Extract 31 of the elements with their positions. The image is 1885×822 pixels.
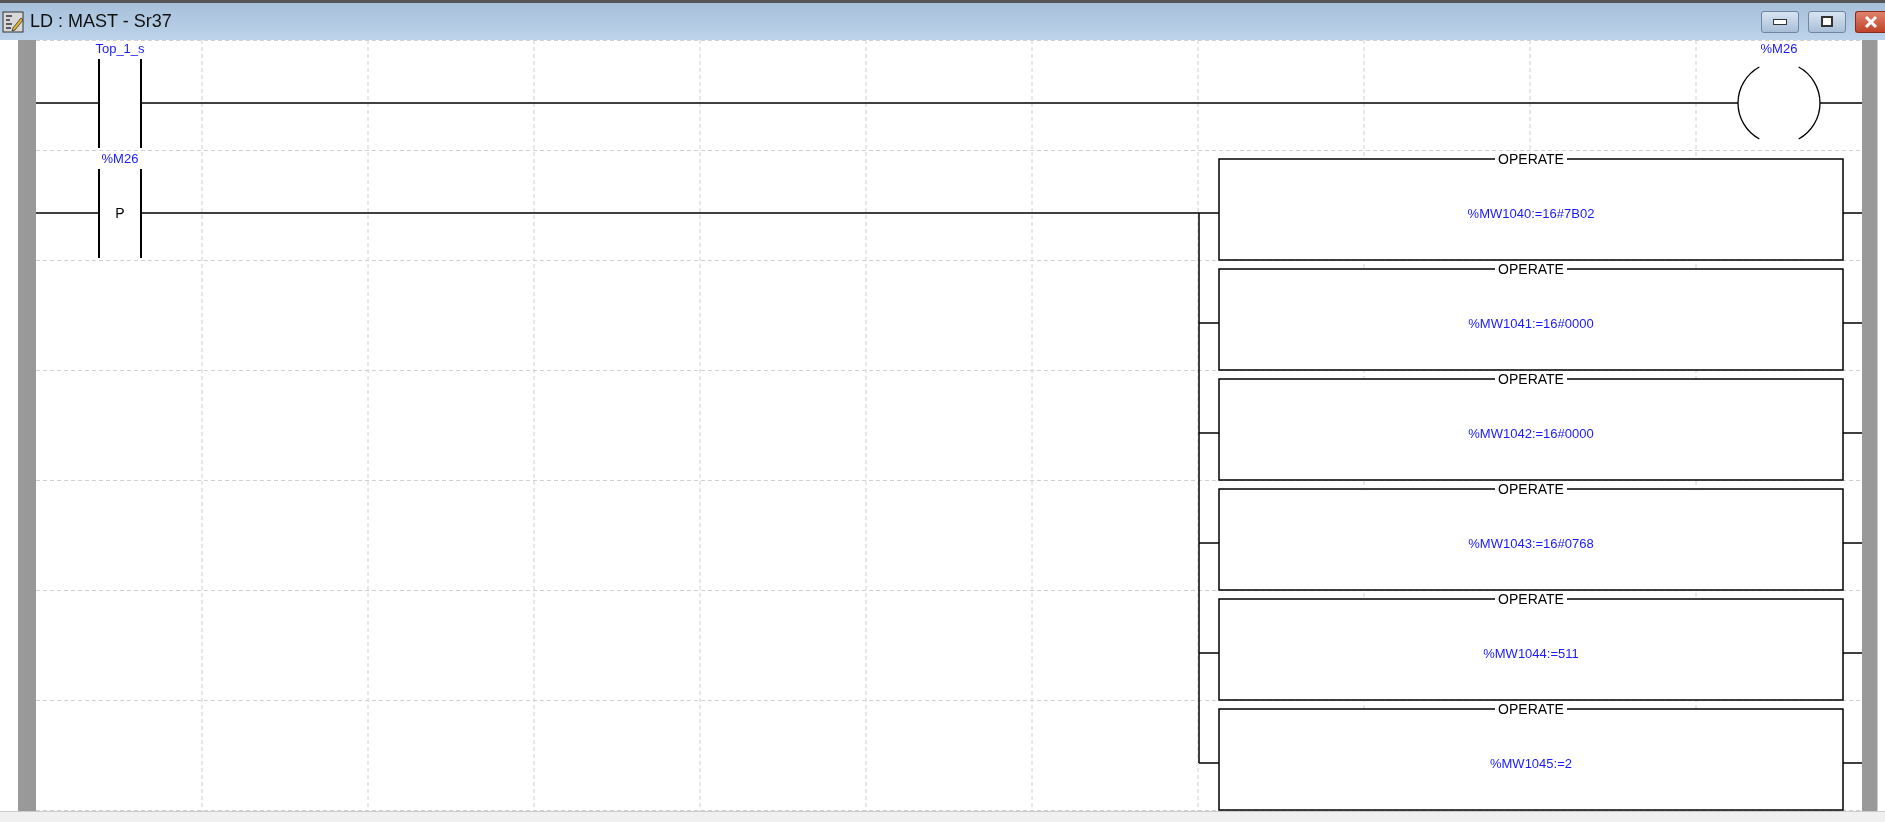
block-expression: %MW1041:=16#0000 <box>1468 316 1594 331</box>
wire <box>36 212 100 214</box>
edge-mark: P <box>115 205 125 221</box>
block-expression: %MW1044:=511 <box>1483 646 1579 661</box>
block-header: OPERATE <box>1498 371 1564 387</box>
block-header: OPERATE <box>1498 151 1564 167</box>
block-expression: %MW1043:=16#0768 <box>1468 536 1594 551</box>
wire <box>1842 542 1862 544</box>
wire <box>1819 102 1862 104</box>
ladder-editor-icon <box>2 10 24 33</box>
wire <box>1842 432 1862 434</box>
block-header: OPERATE <box>1498 701 1564 717</box>
block-header: OPERATE <box>1498 481 1564 497</box>
close-button[interactable] <box>1855 10 1885 33</box>
block-expression: %MW1040:=16#7B02 <box>1467 206 1595 221</box>
variable-label: Top_1_s <box>95 41 145 56</box>
window-title: LD : MAST - Sr37 <box>30 11 172 32</box>
minimize-button[interactable] <box>1761 10 1799 33</box>
maximize-button[interactable] <box>1808 10 1846 33</box>
wire <box>1842 212 1862 214</box>
block-header: OPERATE <box>1498 261 1564 277</box>
wire <box>1842 322 1862 324</box>
variable-label: %M26 <box>1760 41 1798 56</box>
wire <box>1842 652 1862 654</box>
variable-label: %M26 <box>101 151 139 166</box>
block-header: OPERATE <box>1498 591 1564 607</box>
block-expression: %MW1045:=2 <box>1490 756 1572 771</box>
wire <box>36 102 100 104</box>
wire <box>1842 762 1862 764</box>
block-expression: %MW1042:=16#0000 <box>1468 426 1594 441</box>
close-icon <box>1862 14 1879 29</box>
